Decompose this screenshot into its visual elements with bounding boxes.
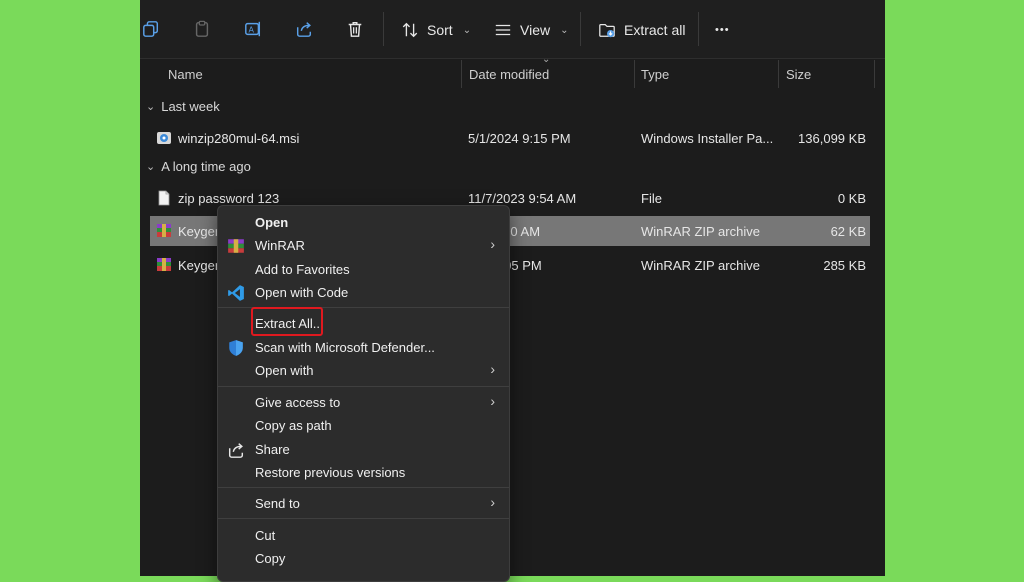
chevron-down-icon: ⌄ [560, 24, 569, 36]
file-name: winzip280mul-64.msi [178, 130, 300, 146]
menu-item-label: Open [255, 215, 289, 230]
winrar-archive-icon [157, 258, 171, 271]
column-size-label: Size [786, 66, 812, 82]
menu-item-open-with-code[interactable]: Open with Code [218, 281, 509, 304]
menu-item-label: Copy [255, 551, 286, 566]
chevron-down-icon: ⌄ [146, 161, 156, 173]
file-size: 136,099 KB [798, 130, 866, 146]
menu-item-label: Restore previous versions [255, 465, 406, 480]
toolbar-divider [698, 12, 699, 46]
paste-icon[interactable] [191, 18, 213, 40]
menu-item-send-to[interactable]: Send to › [218, 492, 509, 515]
defender-shield-icon [229, 340, 243, 356]
toolbar-divider [383, 12, 384, 46]
column-header-type[interactable]: Type [635, 58, 779, 90]
copy-icon[interactable] [140, 18, 162, 40]
extract-folder-icon [599, 23, 615, 38]
command-bar: A Sort ⌄ View ⌄ Extract all ••• [140, 0, 885, 59]
sort-button[interactable]: Sort ⌄ [401, 18, 471, 42]
menu-item-label: Open with [255, 363, 314, 378]
chevron-right-icon: › [490, 494, 495, 510]
extract-all-label: Extract all [624, 22, 686, 38]
column-type-label: Type [641, 66, 670, 82]
extract-all-button[interactable]: Extract all [598, 18, 685, 42]
menu-item-label: Open with Code [255, 285, 349, 300]
file-name: Keygen [178, 257, 223, 273]
chevron-right-icon: › [490, 361, 495, 377]
column-divider [874, 60, 875, 88]
chevron-right-icon: › [490, 236, 495, 252]
menu-item-copy[interactable]: Copy [218, 547, 509, 570]
winrar-icon [228, 239, 244, 253]
column-header-date[interactable]: Date modified ⌄ [462, 54, 635, 90]
menu-item-add-favorites[interactable]: Add to Favorites [218, 258, 509, 281]
menu-item-share[interactable]: Share [218, 438, 509, 461]
winrar-archive-icon [157, 224, 171, 237]
file-size: 0 KB [837, 190, 866, 206]
context-menu: Open WinRAR › Add to Favorites Open with… [217, 205, 510, 582]
file-date: 5/1/2024 9:15 PM [468, 130, 571, 146]
chevron-down-icon: ⌄ [146, 101, 156, 113]
menu-item-label: Scan with Microsoft Defender... [255, 340, 435, 355]
group-header-last-week[interactable]: ⌄ Last week [146, 99, 220, 114]
file-type: WinRAR ZIP archive [641, 257, 760, 273]
view-label: View [520, 22, 551, 38]
menu-separator [218, 386, 509, 387]
column-name-label: Name [168, 66, 203, 82]
share-icon[interactable] [293, 18, 315, 40]
vscode-icon [228, 285, 244, 301]
file-size: 62 KB [830, 223, 866, 239]
column-header-name[interactable]: Name [140, 58, 462, 90]
sort-label: Sort [427, 22, 453, 38]
toolbar-divider [580, 12, 581, 46]
menu-item-restore-versions[interactable]: Restore previous versions [218, 461, 509, 484]
delete-icon[interactable] [344, 18, 366, 40]
group-header-long-ago[interactable]: ⌄ A long time ago [146, 159, 251, 174]
menu-separator [218, 487, 509, 488]
file-name: Keygen [178, 223, 223, 239]
share-icon [228, 443, 244, 458]
menu-item-copy-as-path[interactable]: Copy as path [218, 414, 509, 437]
svg-text:A: A [249, 26, 255, 35]
group-label: A long time ago [161, 159, 251, 174]
menu-item-label: Share [255, 442, 290, 457]
menu-item-label: Add to Favorites [255, 262, 350, 277]
menu-item-open-with[interactable]: Open with › [218, 359, 509, 382]
menu-separator [218, 518, 509, 519]
file-type: Windows Installer Pa... [641, 130, 774, 146]
extract-all-highlight-box [251, 307, 323, 336]
file-icon [158, 190, 170, 206]
menu-item-label: Give access to [255, 395, 341, 410]
menu-item-label: Send to [255, 496, 300, 511]
msi-installer-icon [157, 132, 171, 144]
sort-caret-icon: ⌄ [542, 54, 551, 65]
menu-item-scan-defender[interactable]: Scan with Microsoft Defender... [218, 336, 509, 359]
menu-item-open[interactable]: Open [218, 211, 509, 234]
menu-item-cut[interactable]: Cut [218, 524, 509, 547]
menu-item-winrar[interactable]: WinRAR › [218, 234, 509, 257]
file-type: File [641, 190, 662, 206]
file-type: WinRAR ZIP archive [641, 223, 760, 239]
group-label: Last week [161, 99, 220, 114]
menu-item-label: WinRAR [255, 238, 305, 253]
file-size: 285 KB [823, 257, 866, 273]
file-name: zip password 123 [178, 190, 280, 206]
view-button[interactable]: View ⌄ [494, 18, 568, 42]
rename-icon[interactable]: A [242, 18, 264, 40]
menu-item-label: Copy as path [255, 418, 332, 433]
sort-icon [402, 22, 418, 38]
file-row[interactable]: winzip280mul-64.msi 5/1/2024 9:15 PM Win… [150, 123, 870, 153]
more-icon: ••• [715, 24, 730, 36]
column-header-size[interactable]: Size [779, 58, 875, 90]
chevron-right-icon: › [490, 393, 495, 409]
menu-item-label: Cut [255, 528, 276, 543]
chevron-down-icon: ⌄ [462, 24, 472, 36]
more-options-button[interactable]: ••• [715, 18, 730, 42]
menu-item-give-access[interactable]: Give access to › [218, 391, 509, 414]
column-date-label: Date modified [469, 66, 550, 82]
view-icon [495, 24, 511, 36]
